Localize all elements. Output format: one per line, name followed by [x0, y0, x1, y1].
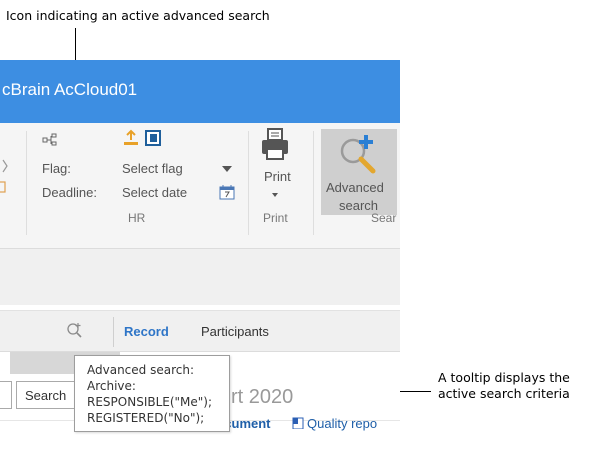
cut-off-icon: [0, 181, 6, 193]
record-heading: rt 2020: [231, 386, 294, 408]
deadline-label: Deadline:: [42, 185, 97, 200]
tooltip-line: Archive:: [87, 379, 136, 393]
flag-select[interactable]: Select flag: [122, 161, 183, 176]
dropdown-arrow-icon[interactable]: [272, 193, 278, 197]
record-tabbar: Record Participants: [0, 310, 400, 352]
excel-icon[interactable]: [144, 129, 162, 147]
annotation-tooltip-line-1: A tooltip displays the: [438, 370, 570, 385]
advanced-search-icon: [340, 135, 376, 174]
tooltip-line: RESPONSIBLE("Me");: [87, 395, 213, 409]
annotation-tooltip: A tooltip displays the active search cri…: [438, 370, 570, 402]
ribbon: Flag: Select flag Deadline: Select date …: [0, 123, 400, 249]
advanced-search-tooltip: Advanced search: Archive: RESPONSIBLE("M…: [74, 355, 230, 432]
cut-off-icon: [2, 159, 8, 173]
group-separator: [26, 131, 27, 235]
tab-participants[interactable]: Participants: [201, 324, 269, 339]
flag-label: Flag:: [42, 161, 71, 176]
upload-icon[interactable]: [122, 129, 140, 147]
relation-icon[interactable]: [42, 133, 62, 147]
group-label-print: Print: [263, 211, 288, 225]
deadline-select[interactable]: Select date: [122, 185, 187, 200]
title-bar: cBrain AcCloud01: [0, 60, 400, 123]
quality-report-link[interactable]: Quality repo: [307, 416, 377, 431]
dropdown-arrow-icon[interactable]: [222, 166, 232, 172]
tab-separator: [113, 317, 114, 347]
search-input[interactable]: [0, 381, 12, 409]
advanced-search-label-1: Advanced: [326, 180, 384, 195]
word-icon: [292, 417, 304, 429]
group-label-search: Sear: [371, 211, 397, 225]
printer-icon[interactable]: [259, 127, 291, 161]
group-separator: [313, 131, 314, 235]
group-separator: [248, 131, 249, 235]
annotation-tooltip-line-2: active search criteria: [438, 386, 570, 401]
calendar-icon[interactable]: [219, 184, 235, 200]
search-active-icon[interactable]: [66, 322, 84, 340]
print-button[interactable]: Print: [264, 169, 291, 184]
search-button[interactable]: Search: [16, 381, 78, 409]
tooltip-line: REGISTERED("No");: [87, 411, 205, 425]
tooltip-line: Advanced search:: [87, 363, 194, 377]
window-title: cBrain AcCloud01: [2, 80, 138, 99]
tab-record[interactable]: Record: [124, 324, 169, 339]
advanced-search-button[interactable]: Advanced search: [321, 129, 397, 215]
group-label-hr: HR: [128, 211, 146, 225]
annotation-active-search-icon: Icon indicating an active advanced searc…: [6, 8, 270, 23]
pane-background: [0, 249, 400, 305]
